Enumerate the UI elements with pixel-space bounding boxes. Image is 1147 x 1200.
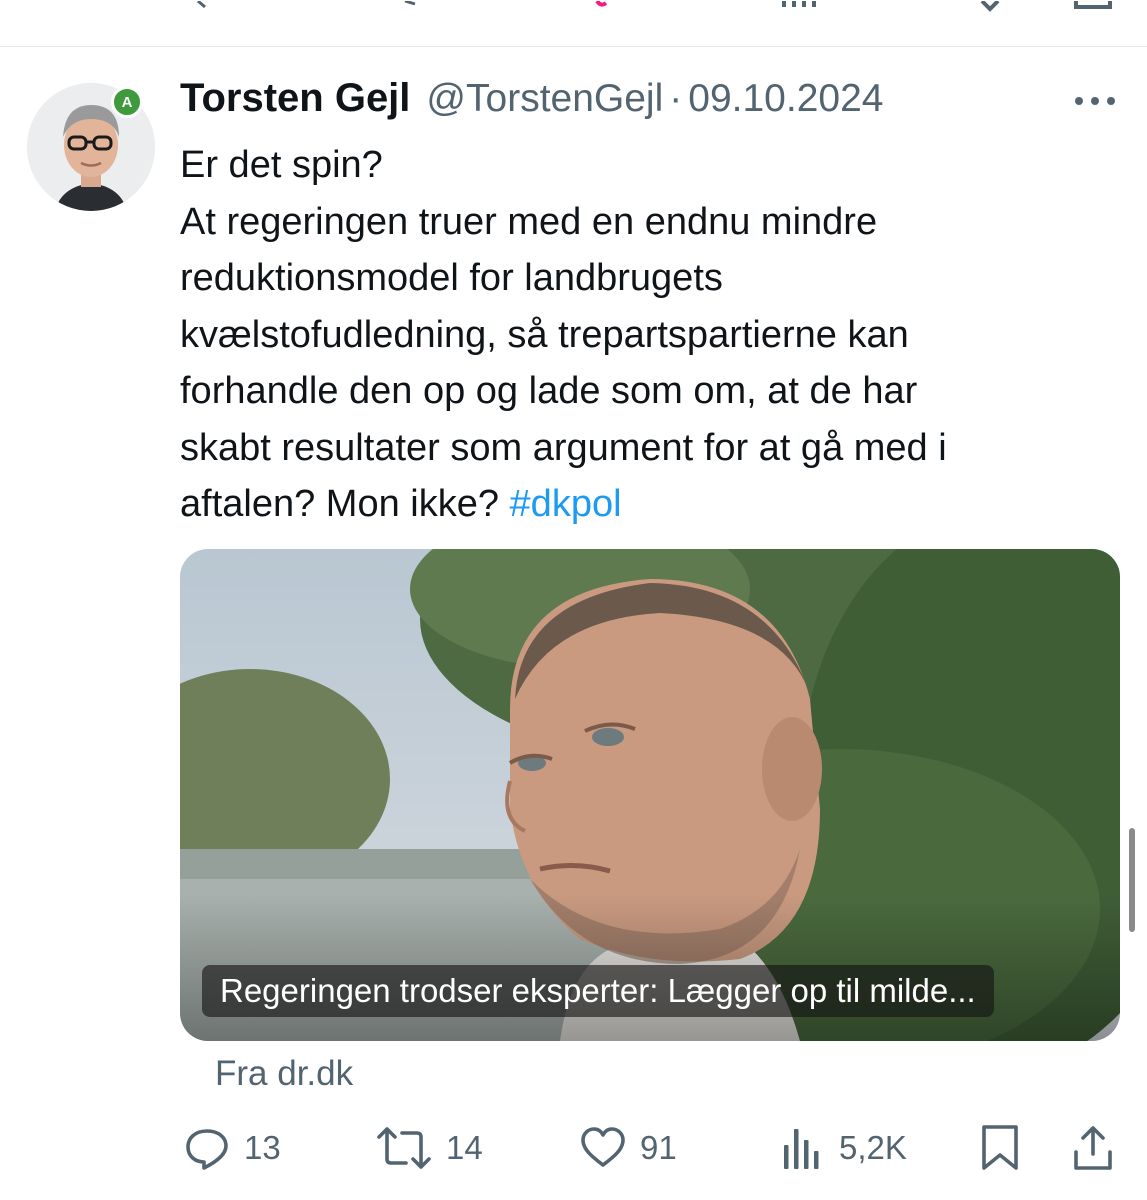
tweet-text-end: aftalen? Mon ikke? <box>180 483 499 525</box>
tweet-text-line: Er det spin? <box>180 144 383 186</box>
bookmark-button[interactable] <box>980 1120 1020 1176</box>
views-count: 5,2K <box>839 1129 907 1166</box>
link-card[interactable]: Regeringen trodser eksperter: Lægger op … <box>180 549 1120 1041</box>
bookmark-icon <box>982 1125 1018 1170</box>
reply-count: 13 <box>244 1129 281 1166</box>
repost-icon <box>377 1127 431 1169</box>
reply-icon <box>186 1129 228 1170</box>
author-name[interactable]: Torsten Gejl <box>180 76 410 121</box>
like-icon <box>581 1127 625 1167</box>
tweet-text-line: reduktionsmodel for landbrugets <box>180 257 723 299</box>
like-button[interactable]: 91 <box>580 1120 677 1176</box>
share-icon <box>1074 1126 1112 1170</box>
tweet-text-line-last: aftalen? Mon ikke? #dkpol <box>180 476 1100 533</box>
share-button[interactable] <box>1072 1120 1114 1176</box>
party-badge: A <box>111 86 143 118</box>
views-icon <box>784 1129 819 1169</box>
previous-actions-icons <box>197 0 1112 12</box>
tweet-text: Er det spin? At regeringen truer med en … <box>180 137 1100 533</box>
divider <box>0 46 1147 47</box>
scrollbar[interactable] <box>1129 828 1135 932</box>
repost-count: 14 <box>446 1129 483 1166</box>
separator-dot: · <box>669 77 683 120</box>
tweet-text-line: kvælstofudledning, så trepartspartierne … <box>180 313 909 356</box>
tweet-text-line: skabt resultater som argument for at gå … <box>180 426 947 469</box>
reply-button[interactable]: 13 <box>184 1120 281 1176</box>
card-source[interactable]: Fra dr.dk <box>215 1054 353 1094</box>
previous-tweet-actions <box>0 0 1147 12</box>
card-title: Regeringen trodser eksperter: Lægger op … <box>202 965 994 1017</box>
tweet-date[interactable]: 09.10.2024 <box>688 77 883 121</box>
hashtag-link[interactable]: #dkpol <box>510 483 622 525</box>
views-button[interactable]: 5,2K <box>779 1120 907 1176</box>
like-count: 91 <box>640 1129 677 1166</box>
action-bar: 13 14 91 5,2K <box>0 1120 1147 1180</box>
tweet-header: Torsten Gejl @TorstenGejl · 09.10.2024 <box>180 76 883 128</box>
more-icon[interactable] <box>1072 92 1118 110</box>
tweet-text-line: At regeringen truer med en endnu mindre <box>180 200 878 243</box>
author-handle[interactable]: @TorstenGejl <box>426 77 663 121</box>
repost-button[interactable]: 14 <box>376 1120 483 1176</box>
tweet-text-line: forhandle den op og lade som om, at de h… <box>180 370 918 412</box>
